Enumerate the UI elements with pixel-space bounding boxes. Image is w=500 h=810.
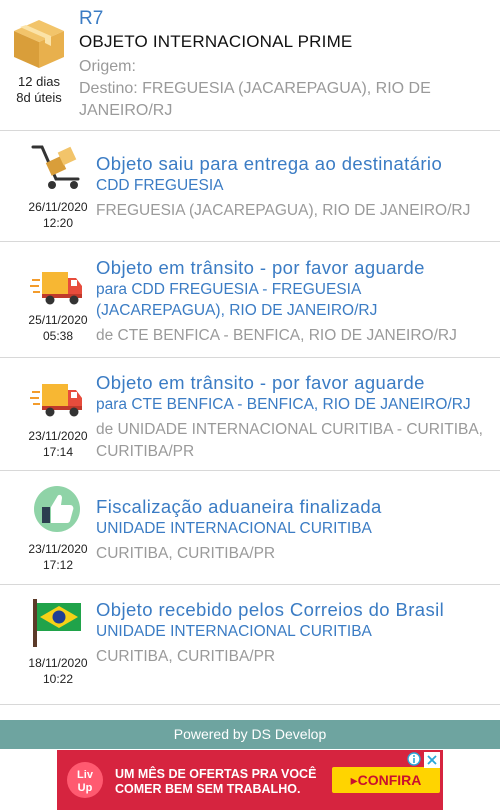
ad-cta-button[interactable]: ▸CONFIRA xyxy=(332,767,440,793)
destination-label: Destino: FREGUESIA (JACAREPAGUA), RIO DE… xyxy=(79,80,431,119)
event-unit: UNIDADE INTERNACIONAL CURITIBA xyxy=(96,623,372,640)
event-title: Objeto recebido pelos Correios do Brasil xyxy=(96,599,445,620)
event-date: 26/11/2020 xyxy=(28,200,88,214)
delivery-cart-icon xyxy=(31,145,80,189)
tracking-event[interactable]: 25/11/2020 05:38 Objeto em trânsito - po… xyxy=(0,241,500,357)
thumbs-up-icon xyxy=(34,486,80,532)
tracking-code: R7 xyxy=(79,8,104,29)
origin-label: Origem: xyxy=(79,58,136,75)
event-time: 05:38 xyxy=(42,329,74,343)
cta-arrow-icon: ▸ xyxy=(350,772,358,788)
event-time: 17:12 xyxy=(42,558,74,572)
event-location: FREGUESIA (JACAREPAGUA), RIO DE JANEIRO/… xyxy=(96,202,471,219)
event-datetime: 23/11/2020 17:14 xyxy=(22,428,94,460)
svg-text:Liv: Liv xyxy=(77,769,94,781)
event-datetime: 23/11/2020 17:12 xyxy=(22,541,94,573)
event-datetime: 18/11/2020 10:22 xyxy=(22,655,94,687)
tracking-event[interactable]: 18/11/2020 10:22 Objeto recebido pelos C… xyxy=(0,584,500,704)
truck-icon xyxy=(30,384,82,417)
event-title: Objeto saiu para entrega ao destinatário xyxy=(96,153,443,174)
powered-by-banner[interactable]: Powered by DS Develop xyxy=(0,720,500,749)
package-icon xyxy=(14,20,64,68)
event-location: CURITIBA, CURITIBA/PR xyxy=(96,545,276,562)
event-time: 12:20 xyxy=(42,216,74,230)
ad-subheadline: COMER BEM SEM TRABALHO. xyxy=(115,782,301,796)
package-header: 12 dias 8d úteis R7 OBJETO INTERNACIONAL… xyxy=(0,0,500,130)
event-unit: CDD FREGUESIA xyxy=(96,177,224,194)
tracking-event[interactable]: 23/11/2020 17:14 Objeto em trânsito - po… xyxy=(0,357,500,470)
close-icon[interactable] xyxy=(424,752,440,768)
event-unit: para CTE BENFICA - BENFICA, RIO DE JANEI… xyxy=(96,396,471,413)
event-date: 25/11/2020 xyxy=(28,313,88,327)
business-days: 8d úteis xyxy=(16,90,62,105)
delivery-days: 12 dias 8d úteis xyxy=(8,74,70,106)
ad-cta-label: CONFIRA xyxy=(357,772,422,788)
list-divider xyxy=(0,704,500,705)
event-time: 10:22 xyxy=(42,672,74,686)
event-unit: para CDD FREGUESIA - FREGUESIA (JACAREPA… xyxy=(96,281,378,319)
event-date: 18/11/2020 xyxy=(28,656,88,670)
svg-text:Up: Up xyxy=(78,782,93,794)
event-date: 23/11/2020 xyxy=(28,429,88,443)
event-title: Objeto em trânsito - por favor aguarde xyxy=(96,257,425,278)
info-icon[interactable] xyxy=(407,752,421,766)
tracking-event[interactable]: 23/11/2020 17:12 Fiscalização aduaneira … xyxy=(0,470,500,584)
tracking-event[interactable]: 26/11/2020 12:20 Objeto saiu para entreg… xyxy=(0,130,500,241)
event-unit: UNIDADE INTERNACIONAL CURITIBA xyxy=(96,520,372,537)
event-title: Objeto em trânsito - por favor aguarde xyxy=(96,372,425,393)
event-location: de CTE BENFICA - BENFICA, RIO DE JANEIRO… xyxy=(96,327,457,344)
total-days: 12 dias xyxy=(18,74,60,89)
event-datetime: 26/11/2020 12:20 xyxy=(22,199,94,231)
truck-icon xyxy=(30,272,82,305)
ad-banner[interactable]: Liv Up UM MÊS DE OFERTAS PRA VOCÊ COMER … xyxy=(57,750,443,810)
event-title: Fiscalização aduaneira finalizada xyxy=(96,496,382,517)
brazil-flag-icon xyxy=(33,599,81,647)
event-date: 23/11/2020 xyxy=(28,542,88,556)
event-location: CURITIBA, CURITIBA/PR xyxy=(96,648,276,665)
event-datetime: 25/11/2020 05:38 xyxy=(22,312,94,344)
event-location: de UNIDADE INTERNACIONAL CURITIBA - CURI… xyxy=(96,421,483,460)
event-time: 17:14 xyxy=(42,445,74,459)
service-name: OBJETO INTERNACIONAL PRIME xyxy=(79,32,353,51)
ad-headline: UM MÊS DE OFERTAS PRA VOCÊ xyxy=(115,767,317,781)
brand-logo: Liv Up xyxy=(67,762,103,798)
